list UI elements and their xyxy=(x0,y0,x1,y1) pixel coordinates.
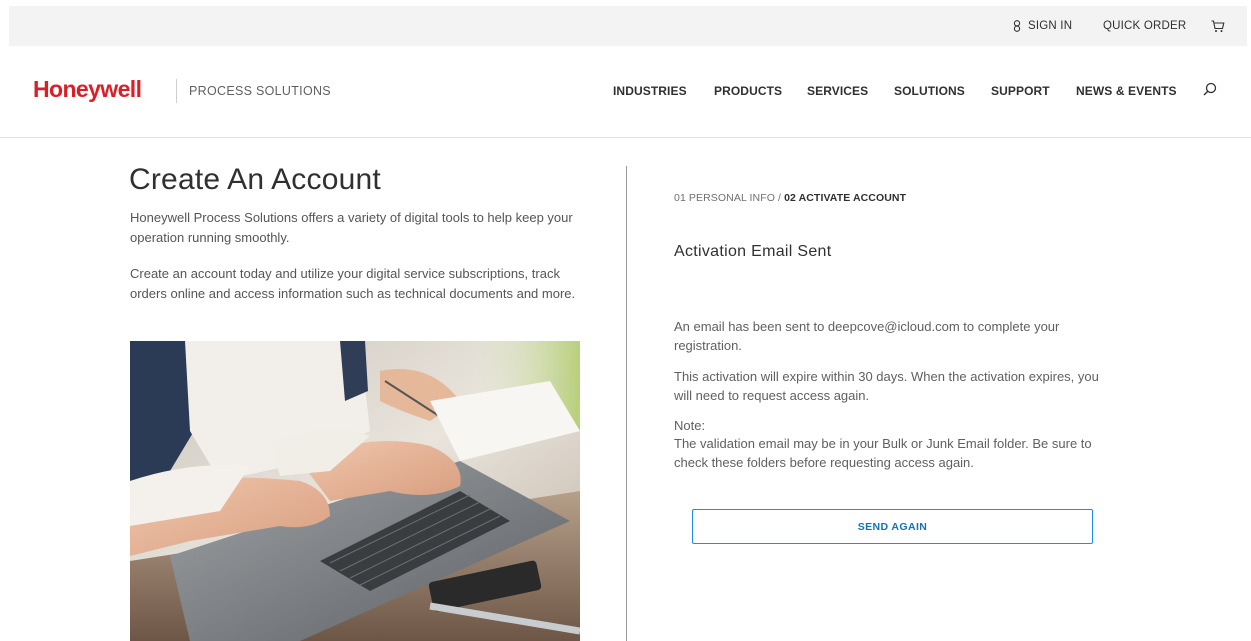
nav-support[interactable]: SUPPORT xyxy=(991,84,1050,98)
search-icon xyxy=(1203,82,1217,100)
honeywell-logo[interactable]: Honeywell xyxy=(33,76,142,103)
quick-order-link[interactable]: QUICK ORDER xyxy=(1103,6,1186,46)
note-label: Note: xyxy=(674,418,706,433)
nav-products[interactable]: PRODUCTS xyxy=(714,84,782,98)
email-sent-message: An email has been sent to deepcove@iclou… xyxy=(674,319,1060,353)
step-activate-account: 02 ACTIVATE ACCOUNT xyxy=(784,192,907,204)
note-text: The validation email may be in your Bulk… xyxy=(674,436,1092,470)
logo-divider xyxy=(176,79,177,103)
sign-in-label: SIGN IN xyxy=(1028,20,1073,32)
search-button[interactable] xyxy=(1203,82,1217,101)
page-title: Create An Account xyxy=(129,163,381,196)
cart-icon xyxy=(1211,19,1225,33)
sign-in-link[interactable]: SIGN IN xyxy=(1012,6,1072,46)
column-divider xyxy=(626,166,627,641)
user-icon xyxy=(1012,20,1022,32)
intro-paragraph-2: Create an account today and utilize your… xyxy=(130,266,576,301)
utility-bar: SIGN IN QUICK ORDER xyxy=(9,6,1247,46)
intro-paragraph-1: Honeywell Process Solutions offers a var… xyxy=(130,210,573,245)
main-header: Honeywell PROCESS SOLUTIONS INDUSTRIES P… xyxy=(0,46,1251,138)
expiry-message: This activation will expire within 30 da… xyxy=(674,369,1099,403)
send-again-button[interactable]: SEND AGAIN xyxy=(692,509,1093,544)
nav-news-events[interactable]: NEWS & EVENTS xyxy=(1076,84,1177,98)
quick-order-label: QUICK ORDER xyxy=(1103,20,1187,32)
progress-breadcrumb: 01 PERSONAL INFO / 02 ACTIVATE ACCOUNT xyxy=(674,192,906,204)
logo-subtitle: PROCESS SOLUTIONS xyxy=(189,84,331,98)
cart-button[interactable] xyxy=(1211,6,1225,46)
hero-photo xyxy=(130,341,580,641)
nav-industries[interactable]: INDUSTRIES xyxy=(613,84,687,98)
nav-services[interactable]: SERVICES xyxy=(807,84,868,98)
step-personal-info: 01 PERSONAL INFO / xyxy=(674,192,782,204)
nav-solutions[interactable]: SOLUTIONS xyxy=(894,84,965,98)
photo-laptop-hands xyxy=(130,341,580,641)
activation-title: Activation Email Sent xyxy=(674,243,832,260)
